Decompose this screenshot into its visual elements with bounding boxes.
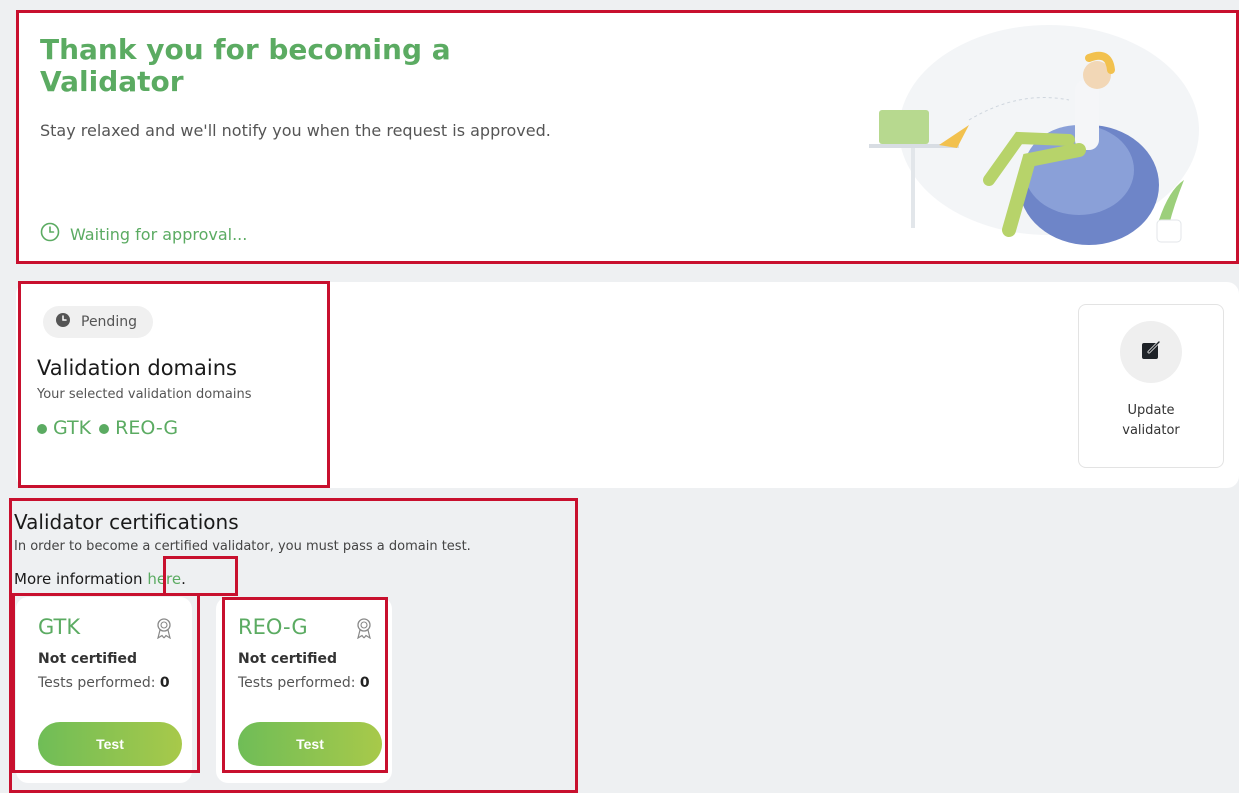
relaxing-person-illustration (839, 20, 1199, 250)
certification-status: Not certified (238, 651, 337, 667)
certification-card-gtk: GTK Not certified Tests performed: 0 Tes… (16, 597, 192, 783)
domain-label: GTK (53, 417, 92, 439)
more-info-suffix: . (181, 570, 186, 588)
update-validator-label: Update validator (1122, 403, 1180, 438)
tests-performed: Tests performed: 0 (238, 675, 370, 691)
banner-title: Thank you for becoming a Validator (40, 33, 451, 98)
certifications-subtitle: In order to become a certified validator… (14, 539, 471, 554)
certification-card-reo-g: REO-G Not certified Tests performed: 0 T… (216, 597, 392, 783)
domains-title: Validation domains (37, 356, 237, 380)
certification-name: REO-G (238, 615, 308, 639)
bullet-dot-icon (37, 423, 47, 434)
test-button-gtk[interactable]: Test (38, 722, 182, 766)
award-icon (154, 617, 174, 643)
waiting-status: Waiting for approval... (40, 222, 247, 246)
domains-list: GTK REO-G (37, 417, 178, 439)
waiting-text: Waiting for approval... (70, 224, 248, 244)
certifications-title: Validator certifications (14, 510, 239, 534)
more-info-prefix: More information (14, 570, 143, 588)
domain-item: GTK (37, 417, 91, 439)
tests-label: Tests performed: (238, 675, 356, 691)
domain-label: REO-G (115, 417, 179, 439)
validation-domains-card: Pending Validation domains Your selected… (16, 282, 1239, 488)
approval-banner: Thank you for becoming a Validator Stay … (16, 10, 1239, 262)
domain-item: REO-G (99, 417, 178, 439)
bullet-dot-icon (99, 423, 110, 434)
pending-label: Pending (81, 314, 137, 330)
edit-icon-circle (1120, 321, 1182, 383)
banner-description: Stay relaxed and we'll notify you when t… (40, 121, 551, 140)
pending-badge: Pending (43, 306, 153, 338)
certification-name: GTK (38, 615, 81, 639)
update-validator-button[interactable]: Update validator (1078, 304, 1224, 468)
clock-icon (40, 222, 60, 246)
more-information: More information here. (14, 570, 186, 588)
tests-count: 0 (159, 675, 170, 691)
domains-subtitle: Your selected validation domains (37, 387, 252, 402)
edit-icon (1140, 339, 1162, 365)
tests-label: Tests performed: (38, 675, 156, 691)
test-button-reo-g[interactable]: Test (238, 722, 382, 766)
tests-count: 0 (359, 675, 370, 691)
clock-filled-icon (55, 312, 71, 332)
certification-status: Not certified (38, 651, 137, 667)
more-info-link[interactable]: here (147, 570, 181, 588)
award-icon (354, 617, 374, 643)
tests-performed: Tests performed: 0 (38, 675, 170, 691)
